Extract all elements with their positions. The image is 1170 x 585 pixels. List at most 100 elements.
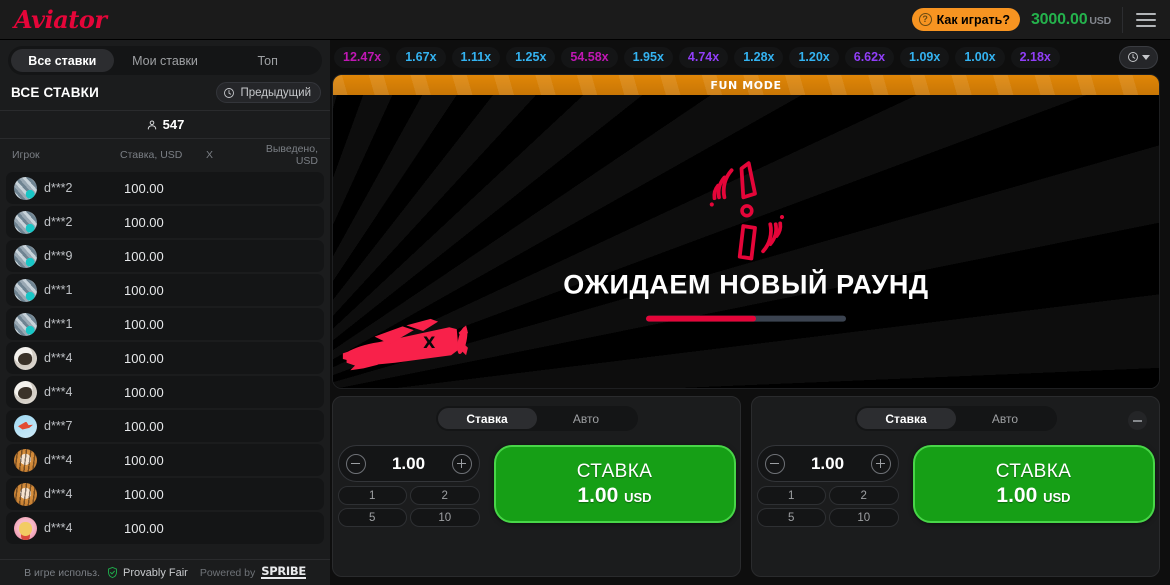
row-bet-amount: 100.00 — [124, 214, 164, 230]
avatar — [14, 414, 37, 438]
chevron-down-icon — [1142, 54, 1150, 60]
plus-circle-icon[interactable] — [870, 453, 891, 474]
player-counter: 547 — [0, 110, 330, 139]
how-to-play-label: Как играть? — [936, 12, 1010, 27]
minimize-icon[interactable] — [1128, 411, 1147, 430]
table-row[interactable]: d***4 100.00 — [6, 478, 324, 510]
multiplier-chip[interactable]: 1.00x — [955, 46, 1005, 68]
quick-amount-5[interactable]: 5 — [337, 508, 407, 527]
quick-amount-10[interactable]: 10 — [829, 508, 899, 527]
bet-panel-1: Ставка Авто 1.00 1 2 5 10 СТАВКА 1.00 USD — [332, 396, 741, 577]
bet-panels: Ставка Авто 1.00 1 2 5 10 СТАВКА 1.00 USD Ставка А… — [332, 389, 1160, 585]
balance-display: 3000.00 USD — [1031, 11, 1111, 29]
game-main: 12.47x 1.67x 1.11x 1.25x 54.58x 1.95x 4.74x 1.2… — [330, 40, 1170, 585]
history-toggle-button[interactable] — [1119, 45, 1158, 69]
multiplier-chip[interactable]: 4.74x — [678, 46, 729, 68]
minus-circle-icon[interactable] — [345, 453, 366, 474]
amount-stepper: 1.00 — [337, 445, 480, 482]
avatar — [14, 516, 37, 540]
quick-amount-2[interactable]: 2 — [829, 486, 899, 505]
powered-by-label: Powered by — [199, 566, 256, 579]
plus-circle-icon[interactable] — [451, 453, 472, 474]
multiplier-chip[interactable]: 1.28x — [734, 46, 784, 68]
fun-mode-label: FUN MODE — [710, 78, 782, 92]
all-bets-header: ВСЕ СТАВКИ Предыдущий — [0, 75, 330, 110]
multiplier-chip[interactable]: 1.09x — [900, 46, 950, 68]
bet-button-currency: USD — [624, 489, 652, 505]
tab-manual-bet[interactable]: Ставка — [437, 408, 537, 429]
question-circle-icon: ? — [918, 13, 932, 26]
avatar — [14, 210, 37, 234]
row-bet-amount: 100.00 — [124, 418, 164, 434]
header-actions: ? Как играть? 3000.00 USD — [911, 6, 1158, 33]
avatar — [14, 482, 37, 506]
hamburger-menu-icon[interactable] — [1134, 11, 1158, 29]
table-row[interactable]: d***9 100.00 — [6, 240, 324, 272]
place-bet-button[interactable]: СТАВКА 1.00 USD — [493, 445, 736, 523]
avatar — [14, 448, 37, 472]
previous-round-button[interactable]: Предыдущий — [216, 82, 321, 103]
how-to-play-button[interactable]: ? Как играть? — [911, 8, 1020, 31]
shield-check-icon — [108, 566, 118, 579]
tab-my-bets[interactable]: Мои ставки — [114, 49, 217, 72]
svg-text:X: X — [423, 333, 435, 352]
bets-table-body[interactable]: d***2 100.00 d***2 100.00 d***9 100.00 d***1 10… — [0, 172, 330, 559]
bet-button-label: СТАВКА — [995, 460, 1072, 482]
previous-round-label: Предыдущий — [240, 86, 311, 99]
quick-amount-1[interactable]: 1 — [756, 486, 826, 505]
multiplier-chip[interactable]: 54.58x — [561, 46, 618, 68]
quick-amount-10[interactable]: 10 — [410, 508, 480, 527]
tab-auto-bet[interactable]: Авто — [537, 408, 636, 429]
quick-amount-1[interactable]: 1 — [337, 486, 407, 505]
table-row[interactable]: d***1 100.00 — [6, 274, 324, 306]
avatar — [14, 380, 37, 404]
column-bet: Ставка, USD — [120, 149, 183, 161]
place-bet-button[interactable]: СТАВКА 1.00 USD — [912, 445, 1155, 523]
table-row[interactable]: d***1 100.00 — [6, 308, 324, 340]
multiplier-chip[interactable]: 1.11x — [451, 46, 501, 68]
tab-manual-bet[interactable]: Ставка — [856, 408, 956, 429]
table-row[interactable]: d***4 100.00 — [6, 342, 324, 374]
bet-mode-tabs: Ставка Авто — [435, 406, 638, 431]
multiplier-chip[interactable]: 6.62x — [844, 46, 895, 68]
provably-fair-link[interactable]: Provably Fair — [106, 566, 188, 579]
multiplier-history-list: 12.47x 1.67x 1.11x 1.25x 54.58x 1.95x 4.74x 1.2… — [334, 46, 1060, 68]
tab-top[interactable]: Топ — [216, 49, 319, 72]
quick-amount-2[interactable]: 2 — [410, 486, 480, 505]
table-row[interactable]: d***4 100.00 — [6, 444, 324, 476]
bet-amount-value[interactable]: 1.00 — [811, 454, 844, 474]
waiting-overlay: ОЖИДАЕМ НОВЫЙ РАУНД — [333, 155, 1159, 322]
game-canvas-container: FUN MODE ОЖИДАЕМ НОВЫЙ РАУНД X — [332, 74, 1160, 389]
row-bet-amount: 100.00 — [124, 486, 164, 502]
bet-amount-value[interactable]: 1.00 — [392, 454, 425, 474]
multiplier-chip[interactable]: 2.18x — [1010, 46, 1060, 68]
table-row[interactable]: d***2 100.00 — [6, 206, 324, 238]
row-player-name: d***2 — [44, 215, 73, 229]
table-row[interactable]: d***7 100.00 — [6, 410, 324, 442]
player-count: 547 — [162, 117, 185, 132]
column-x: X — [206, 149, 214, 161]
minus-circle-icon[interactable] — [764, 453, 785, 474]
bet-controls: 1.00 1 2 5 10 СТАВКА 1.00 USD — [756, 445, 1155, 527]
bets-sidebar: Все ставки Мои ставки Топ ВСЕ СТАВКИ Пре… — [0, 40, 330, 585]
table-row[interactable]: d***4 100.00 — [6, 376, 324, 408]
multiplier-chip[interactable]: 1.20x — [789, 46, 839, 68]
multiplier-chip[interactable]: 1.25x — [506, 46, 556, 68]
row-player-name: d***1 — [44, 317, 73, 331]
avatar — [14, 312, 37, 336]
multiplier-chip[interactable]: 12.47x — [334, 46, 391, 68]
table-row[interactable]: d***2 100.00 — [6, 172, 324, 204]
row-bet-amount: 100.00 — [124, 350, 164, 366]
quick-amount-5[interactable]: 5 — [756, 508, 826, 527]
multiplier-chip[interactable]: 1.95x — [623, 46, 673, 68]
row-player-name: d***4 — [44, 487, 73, 501]
multiplier-chip[interactable]: 1.67x — [396, 46, 446, 68]
person-icon — [147, 119, 156, 129]
table-row[interactable]: d***4 100.00 — [6, 512, 324, 544]
row-bet-amount: 100.00 — [124, 248, 164, 264]
tab-all-bets[interactable]: Все ставки — [11, 49, 114, 72]
bet-button-label: СТАВКА — [576, 460, 653, 482]
multiplier-history-bar: 12.47x 1.67x 1.11x 1.25x 54.58x 1.95x 4.74x 1.2… — [332, 40, 1160, 74]
aviator-app: Aviator ? Как играть? 3000.00 USD Все ста… — [0, 0, 1170, 585]
tab-auto-bet[interactable]: Авто — [956, 408, 1055, 429]
